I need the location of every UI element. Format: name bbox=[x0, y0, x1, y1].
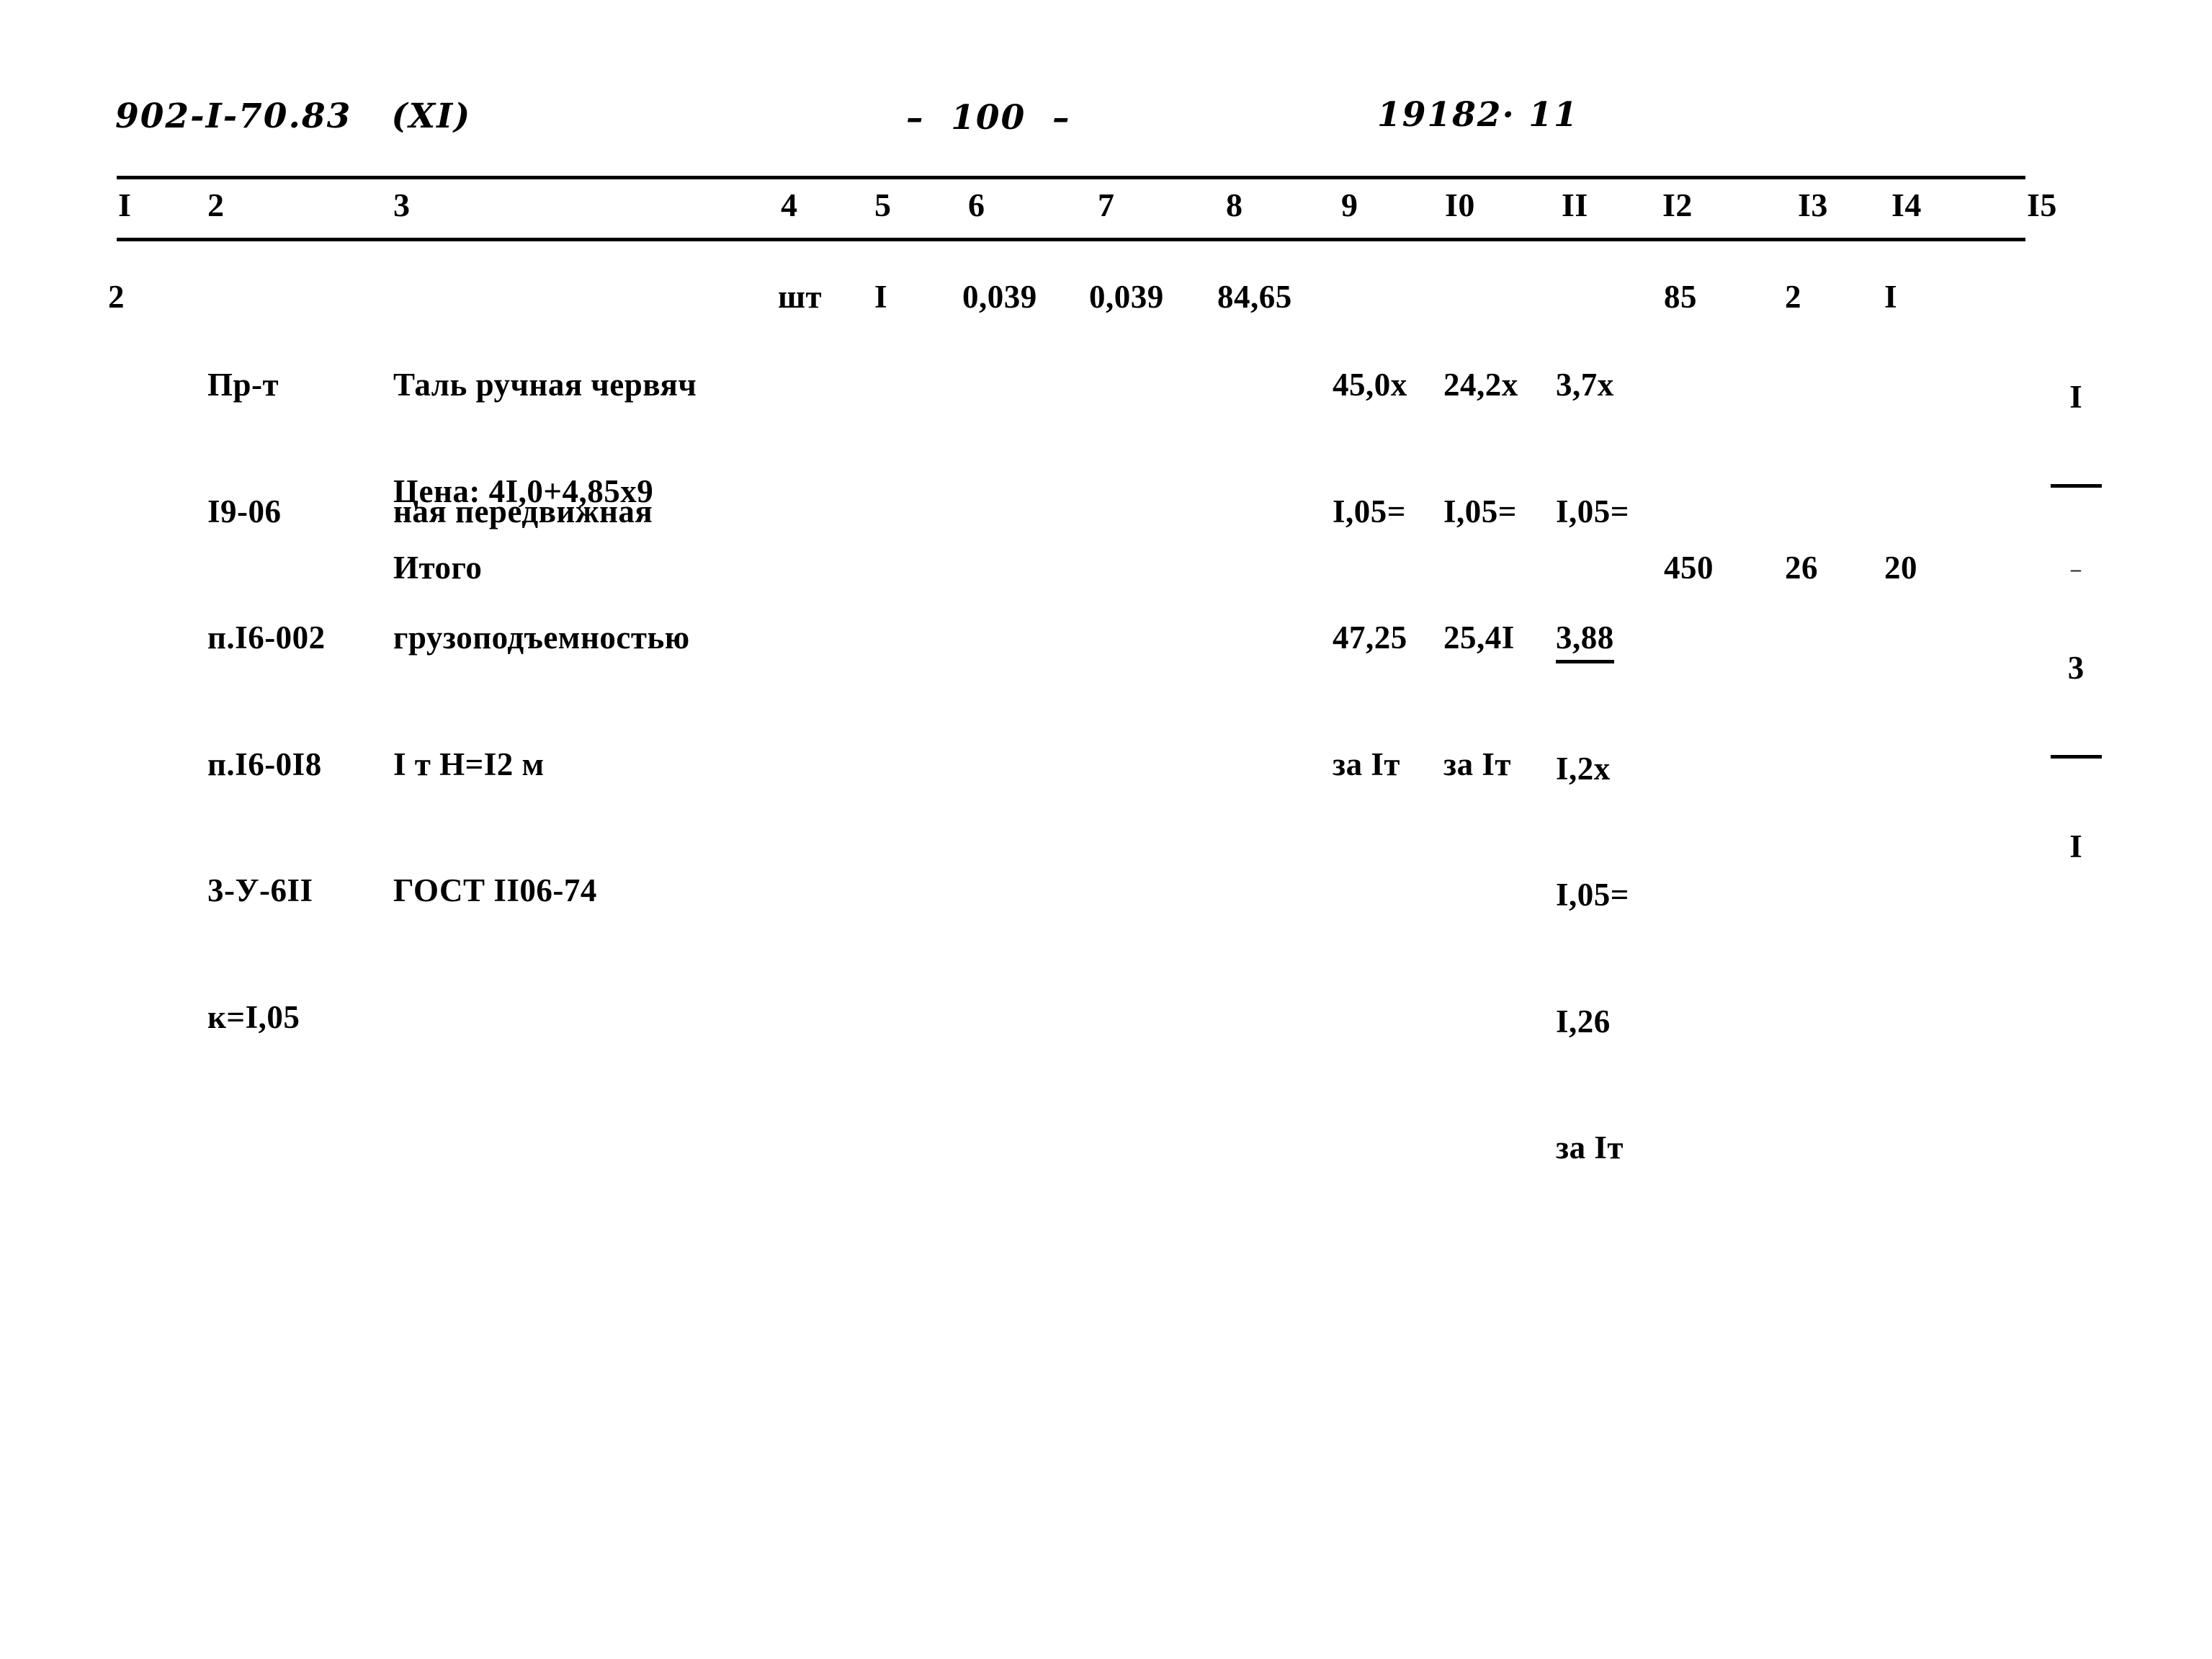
row-value-8: 84,65 bbox=[1217, 279, 1292, 315]
row-calc-9: 45,0х I,05= 47,25 за Iт bbox=[1333, 280, 1407, 869]
row-reference-codes: Пр-т I9-06 п.I6-002 п.I6-0I8 3-У-6II к=I… bbox=[207, 280, 326, 1122]
calc-line: I,05= bbox=[1556, 877, 1629, 913]
total-label: Итого bbox=[393, 550, 483, 586]
row-value-12: 85 bbox=[1664, 279, 1697, 315]
calc-line: I,26 bbox=[1556, 1003, 1611, 1039]
table-header-rule bbox=[117, 238, 2025, 241]
description-line: ГОСТ II06-74 bbox=[393, 872, 597, 908]
calc-line: I,05= bbox=[1333, 493, 1406, 529]
column-header-11: II bbox=[1562, 187, 1588, 223]
row-unit: шт bbox=[778, 279, 823, 315]
reference-code-line: п.I6-002 bbox=[207, 620, 326, 656]
total-value-12: 450 bbox=[1664, 550, 1714, 586]
row-value-14: I bbox=[1884, 279, 1898, 315]
column-header-4: 4 bbox=[781, 187, 798, 223]
column-header-2: 2 bbox=[207, 187, 225, 223]
page-number: – 100 – bbox=[906, 98, 1071, 138]
column-header-1: I bbox=[118, 187, 132, 223]
column-header-8: 8 bbox=[1226, 187, 1243, 223]
fraction-numerator: I bbox=[2069, 378, 2083, 415]
reference-code-line: Пр-т bbox=[207, 367, 279, 403]
column-header-5: 5 bbox=[874, 187, 892, 223]
total-value-13: 26 bbox=[1785, 550, 1818, 586]
reference-code-line: 3-У-6II bbox=[207, 872, 313, 908]
fraction-bar bbox=[2051, 484, 2102, 488]
row-value-6: 0,039 bbox=[962, 279, 1037, 315]
total-value-15: 3 I bbox=[2017, 550, 2102, 965]
reference-code-line: к=I,05 bbox=[207, 998, 300, 1035]
reference-code-line: I9-06 bbox=[207, 493, 282, 529]
column-header-14: I4 bbox=[1891, 187, 1922, 223]
calc-line: за Iт bbox=[1443, 746, 1511, 782]
row-value-7: 0,039 bbox=[1089, 279, 1164, 315]
table-top-rule bbox=[117, 176, 2025, 179]
document-code: 902-I-70.83 (XI) bbox=[115, 97, 472, 136]
sheet-reference: 19182· 11 bbox=[1377, 95, 1579, 135]
fraction: 3 I bbox=[2051, 583, 2102, 932]
column-header-12: I2 bbox=[1662, 187, 1693, 223]
column-header-9: 9 bbox=[1341, 187, 1358, 223]
calc-line: 47,25 bbox=[1333, 620, 1407, 656]
column-header-10: I0 bbox=[1445, 187, 1475, 223]
calc-line: 25,4I bbox=[1443, 620, 1515, 656]
reference-code-line: п.I6-0I8 bbox=[207, 746, 322, 782]
fraction-bar bbox=[2051, 755, 2102, 759]
calc-line: за Iт bbox=[1556, 1130, 1624, 1166]
row-quantity: I bbox=[874, 279, 888, 315]
row-calc-11: 3,7х I,05= 3,88 I,2х I,05= I,26 за Iт bbox=[1556, 280, 1629, 1253]
document-page: 902-I-70.83 (XI) – 100 – 19182· 11 I 2 3… bbox=[0, 0, 2212, 1659]
calc-subtotal-value: 3,88 bbox=[1556, 617, 1614, 663]
calc-line: 45,0х bbox=[1333, 367, 1407, 403]
calc-line: I,2х bbox=[1556, 750, 1611, 787]
column-header-7: 7 bbox=[1098, 187, 1115, 223]
column-header-15: I5 bbox=[2027, 187, 2057, 223]
row-description: Таль ручная червяч ная передвижная грузо… bbox=[393, 280, 697, 996]
column-header-13: I3 bbox=[1798, 187, 1828, 223]
calc-line: I,05= bbox=[1556, 493, 1629, 529]
row-price-note: Цена: 4I,0+4,85х9 bbox=[393, 473, 654, 509]
column-header-3: 3 bbox=[393, 187, 411, 223]
calc-line: I,05= bbox=[1443, 493, 1517, 529]
calc-line: за Iт bbox=[1333, 746, 1400, 782]
total-value-14: 20 bbox=[1884, 550, 1917, 586]
fraction-denominator: I bbox=[2069, 828, 2083, 864]
calc-line: 24,2х bbox=[1443, 367, 1518, 403]
row-position-number: 2 bbox=[108, 279, 125, 315]
column-header-6: 6 bbox=[968, 187, 985, 223]
row-calc-10: 24,2х I,05= 25,4I за Iт bbox=[1443, 280, 1518, 869]
description-line: Таль ручная червяч bbox=[393, 367, 697, 403]
fraction-numerator: 3 bbox=[2067, 649, 2085, 686]
description-line: I т H=I2 м bbox=[393, 746, 545, 782]
description-line: грузоподъемностью bbox=[393, 620, 690, 656]
calc-line: 3,7х bbox=[1556, 367, 1614, 403]
calc-line-subtotal: 3,88 bbox=[1556, 617, 1629, 663]
row-value-13: 2 bbox=[1785, 279, 1801, 315]
